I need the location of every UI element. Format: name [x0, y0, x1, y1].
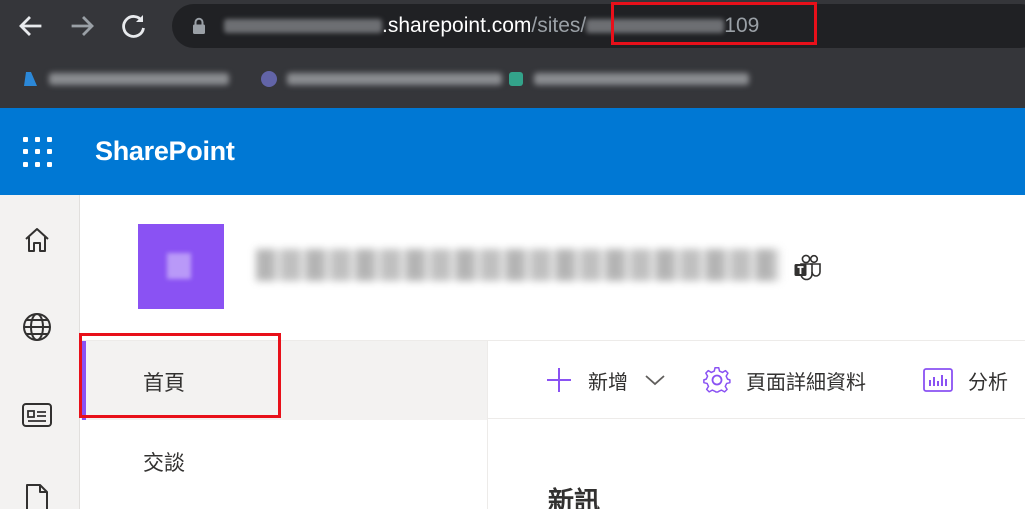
url-highlight-box [611, 2, 817, 45]
bookmark-label-blurred [49, 73, 229, 85]
analytics-button[interactable]: 分析 [922, 363, 1008, 397]
bookmarks-bar [0, 58, 1025, 100]
bookmark-item[interactable] [260, 66, 502, 92]
bookmark-item[interactable] [507, 66, 749, 92]
home-highlight-box [79, 333, 281, 418]
chevron-down-icon [645, 375, 665, 386]
url-host: .sharepoint.com [382, 14, 532, 37]
url-path: /sites/ [531, 14, 587, 37]
bookmark-item[interactable] [22, 66, 229, 92]
nav-item-conversations[interactable]: 交談 [143, 447, 185, 477]
globe-icon[interactable] [18, 308, 56, 346]
bookmark-label-blurred [287, 73, 502, 85]
file-icon[interactable] [18, 480, 56, 509]
browser-chrome: .sharepoint.com/sites/109 [0, 0, 1025, 108]
command-bar: 新增 頁面詳細資料 分析 [488, 340, 1025, 419]
back-button[interactable] [14, 10, 46, 42]
app-bar [0, 195, 80, 509]
back-arrow-icon [19, 16, 42, 36]
sharepoint-brand[interactable]: SharePoint [95, 136, 235, 167]
bookmark-label-blurred [534, 73, 749, 85]
waffle-icon[interactable] [23, 137, 53, 167]
gear-icon [703, 367, 731, 393]
forward-button[interactable] [67, 10, 99, 42]
page-details-label: 頁面詳細資料 [746, 369, 866, 394]
analytics-icon [923, 368, 953, 392]
site-title-blurred[interactable] [256, 238, 780, 292]
bookmark-favicon-icon [261, 71, 277, 87]
forward-arrow-icon [71, 16, 94, 36]
news-icon[interactable] [18, 396, 56, 434]
news-section-heading: 新訊 [548, 487, 601, 509]
new-button-label: 新增 [588, 369, 628, 394]
site-logo[interactable] [138, 224, 224, 309]
reload-button[interactable] [118, 10, 150, 42]
lock-icon [193, 17, 205, 34]
address-bar[interactable]: .sharepoint.com/sites/109 [172, 4, 1025, 48]
page-details-button[interactable]: 頁面詳細資料 [702, 363, 866, 397]
site-logo-initials-blurred [167, 253, 191, 279]
bookmark-favicon-icon [509, 72, 523, 86]
url-blurred-subdomain [224, 19, 382, 34]
bookmark-favicon-icon [24, 72, 37, 86]
teams-icon[interactable] [793, 253, 823, 283]
new-button[interactable]: 新增 [544, 363, 666, 397]
plus-icon [547, 368, 571, 392]
reload-icon [122, 15, 145, 38]
home-icon[interactable] [18, 221, 56, 259]
analytics-label: 分析 [968, 369, 1008, 394]
